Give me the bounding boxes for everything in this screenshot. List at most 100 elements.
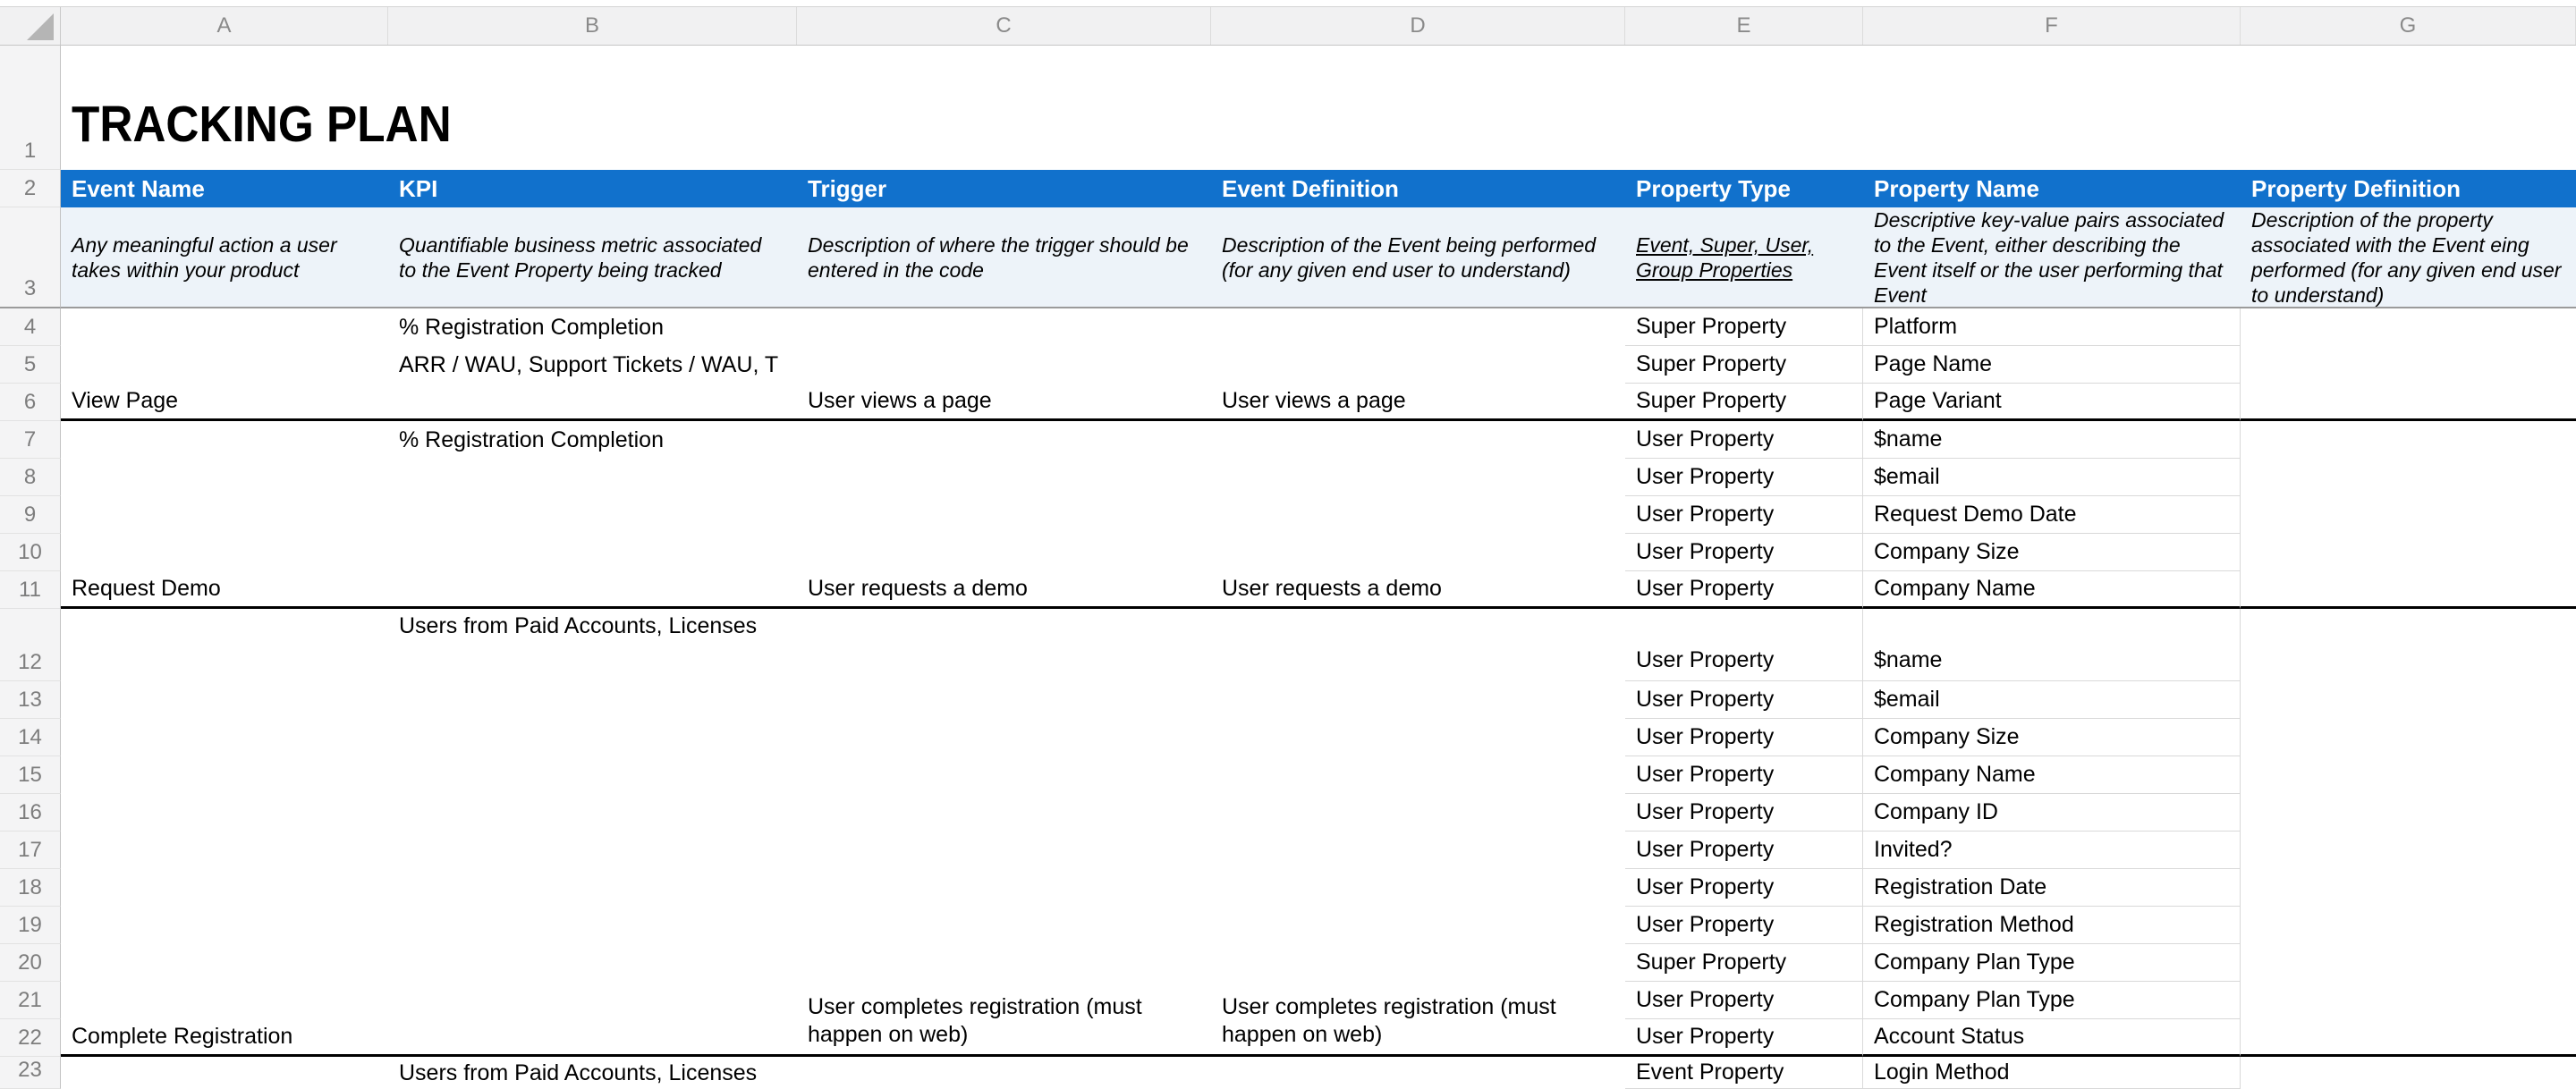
cell-B13[interactable] — [388, 681, 797, 719]
cell-B8[interactable] — [388, 459, 797, 496]
row-header-7[interactable]: 7 — [0, 421, 61, 459]
row-header-1[interactable]: 1 — [0, 46, 61, 170]
cell-E2[interactable]: Property Type — [1625, 170, 1863, 207]
cell-A7[interactable] — [61, 421, 388, 459]
cell-B14[interactable] — [388, 719, 797, 756]
cell-E14[interactable]: User Property — [1625, 719, 1863, 756]
cell-B10[interactable] — [388, 534, 797, 571]
cell-D17[interactable] — [1211, 832, 1625, 869]
cell-E16[interactable]: User Property — [1625, 794, 1863, 832]
cell-G20[interactable] — [2241, 944, 2576, 982]
cell-C17[interactable] — [797, 832, 1211, 869]
cell-A17[interactable] — [61, 832, 388, 869]
row-header-19[interactable]: 19 — [0, 907, 61, 944]
cell-D19[interactable] — [1211, 907, 1625, 944]
cell-G12[interactable] — [2241, 609, 2576, 681]
cell-D13[interactable] — [1211, 681, 1625, 719]
cell-C2[interactable]: Trigger — [797, 170, 1211, 207]
cell-C13[interactable] — [797, 681, 1211, 719]
cell-B2[interactable]: KPI — [388, 170, 797, 207]
cell-F6[interactable]: Page Variant — [1863, 384, 2241, 421]
cell-D4[interactable] — [1211, 308, 1625, 346]
cell-G3[interactable]: Description of the property associated w… — [2241, 207, 2576, 308]
row-header-8[interactable]: 8 — [0, 459, 61, 496]
cell-A14[interactable] — [61, 719, 388, 756]
row-header-9[interactable]: 9 — [0, 496, 61, 534]
cell-B11[interactable] — [388, 571, 797, 609]
cell-G10[interactable] — [2241, 534, 2576, 571]
cell-E19[interactable]: User Property — [1625, 907, 1863, 944]
row-header-11[interactable]: 11 — [0, 571, 61, 609]
row-header-16[interactable]: 16 — [0, 794, 61, 832]
cell-C9[interactable] — [797, 496, 1211, 534]
cell-A16[interactable] — [61, 794, 388, 832]
cell-A5[interactable] — [61, 346, 388, 384]
cell-E22[interactable]: User Property — [1625, 1019, 1863, 1057]
cell-A21[interactable] — [61, 982, 388, 1019]
cell-F22[interactable]: Account Status — [1863, 1019, 2241, 1057]
row-header-22[interactable]: 22 — [0, 1019, 61, 1057]
cell-B22[interactable] — [388, 1019, 797, 1057]
cell-B6[interactable] — [388, 384, 797, 421]
cell-C19[interactable] — [797, 907, 1211, 944]
column-header-G[interactable]: G — [2241, 7, 2576, 45]
cell-B15[interactable] — [388, 756, 797, 794]
cell-E6[interactable]: Super Property — [1625, 384, 1863, 421]
cell-G23[interactable] — [2241, 1057, 2576, 1089]
cell-F9[interactable]: Request Demo Date — [1863, 496, 2241, 534]
cell-D23[interactable] — [1211, 1057, 1625, 1089]
column-header-C[interactable]: C — [797, 7, 1211, 45]
cell-F7[interactable]: $name — [1863, 421, 2241, 459]
cell-E9[interactable]: User Property — [1625, 496, 1863, 534]
cell-C14[interactable] — [797, 719, 1211, 756]
row-header-3[interactable]: 3 — [0, 207, 61, 308]
cell-A1[interactable]: TRACKING PLAN — [61, 46, 2576, 170]
cell-D16[interactable] — [1211, 794, 1625, 832]
column-header-E[interactable]: E — [1625, 7, 1863, 45]
cell-E4[interactable]: Super Property — [1625, 308, 1863, 346]
cell-E17[interactable]: User Property — [1625, 832, 1863, 869]
cell-D20[interactable] — [1211, 944, 1625, 982]
cell-B4[interactable]: % Registration Completion — [388, 308, 797, 346]
row-header-2[interactable]: 2 — [0, 170, 61, 207]
cell-F11[interactable]: Company Name — [1863, 571, 2241, 609]
cell-F18[interactable]: Registration Date — [1863, 869, 2241, 907]
cell-A2[interactable]: Event Name — [61, 170, 388, 207]
row-header-13[interactable]: 13 — [0, 681, 61, 719]
cell-B20[interactable] — [388, 944, 797, 982]
cell-D18[interactable] — [1211, 869, 1625, 907]
cell-A18[interactable] — [61, 869, 388, 907]
row-header-4[interactable]: 4 — [0, 308, 61, 346]
cell-F16[interactable]: Company ID — [1863, 794, 2241, 832]
row-header-17[interactable]: 17 — [0, 832, 61, 869]
cell-G9[interactable] — [2241, 496, 2576, 534]
cell-D8[interactable] — [1211, 459, 1625, 496]
cell-E15[interactable]: User Property — [1625, 756, 1863, 794]
cell-F13[interactable]: $email — [1863, 681, 2241, 719]
cell-B7[interactable]: % Registration Completion — [388, 421, 797, 459]
cell-A15[interactable] — [61, 756, 388, 794]
row-header-12[interactable]: 12 — [0, 609, 61, 681]
cell-C6[interactable]: User views a page — [797, 384, 1211, 421]
cell-C18[interactable] — [797, 869, 1211, 907]
cell-E20[interactable]: Super Property — [1625, 944, 1863, 982]
cell-C7[interactable] — [797, 421, 1211, 459]
cell-C3[interactable]: Description of where the trigger should … — [797, 207, 1211, 308]
cell-F5[interactable]: Page Name — [1863, 346, 2241, 384]
cell-B21[interactable] — [388, 982, 797, 1019]
cell-G22[interactable] — [2241, 1019, 2576, 1057]
cell-A22[interactable]: Complete Registration — [61, 1019, 388, 1057]
cell-B9[interactable] — [388, 496, 797, 534]
cell-F21[interactable]: Company Plan Type — [1863, 982, 2241, 1019]
row-header-20[interactable]: 20 — [0, 944, 61, 982]
cell-A9[interactable] — [61, 496, 388, 534]
cell-E10[interactable]: User Property — [1625, 534, 1863, 571]
cell-A10[interactable] — [61, 534, 388, 571]
cell-A4[interactable] — [61, 308, 388, 346]
cell-C22[interactable]: User completes registration (must happen… — [797, 1019, 1211, 1057]
row-header-14[interactable]: 14 — [0, 719, 61, 756]
cell-G17[interactable] — [2241, 832, 2576, 869]
cell-B12[interactable]: Users from Paid Accounts, Licenses — [388, 609, 797, 681]
cell-D22[interactable]: User completes registration (must happen… — [1211, 1019, 1625, 1057]
cell-D11[interactable]: User requests a demo — [1211, 571, 1625, 609]
